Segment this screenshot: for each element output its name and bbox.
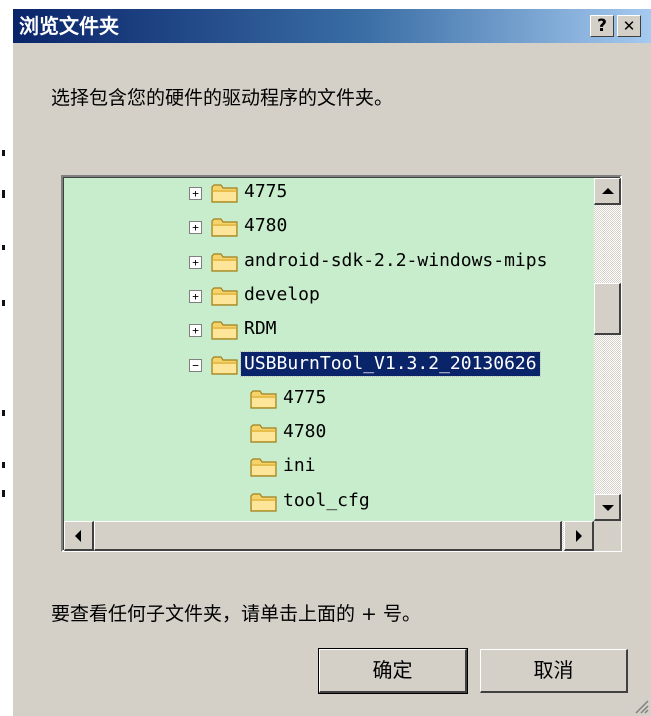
up-arrow-icon bbox=[602, 188, 614, 194]
expand-icon[interactable]: + bbox=[189, 187, 202, 200]
folder-icon bbox=[211, 251, 239, 273]
right-arrow-icon bbox=[576, 530, 582, 542]
scroll-up-button[interactable] bbox=[594, 178, 621, 205]
horizontal-scrollbar[interactable] bbox=[64, 521, 594, 551]
tree-item-label: 4780 bbox=[244, 215, 288, 237]
hint-text: 要查看任何子文件夹，请单击上面的 + 号。 bbox=[51, 603, 422, 625]
folder-icon bbox=[211, 182, 239, 204]
tree-item[interactable]: +4780 bbox=[64, 212, 594, 242]
close-button[interactable]: ✕ bbox=[617, 15, 641, 37]
browse-folder-dialog: 浏览文件夹 ? ✕ 选择包含您的硬件的驱动程序的文件夹。 +4775 +4780 +… bbox=[12, 8, 651, 716]
tree-item-label: ini bbox=[283, 455, 316, 477]
vertical-scrollbar[interactable] bbox=[594, 178, 621, 521]
folder-icon bbox=[211, 319, 239, 341]
collapse-icon[interactable]: − bbox=[189, 358, 202, 372]
tree-item-label: android-sdk-2.2-windows-mips bbox=[244, 249, 548, 271]
background-window-edge bbox=[0, 0, 12, 716]
tree-item-label: 4780 bbox=[283, 421, 327, 443]
left-arrow-icon bbox=[75, 530, 81, 542]
folder-icon bbox=[250, 388, 278, 410]
folder-icon bbox=[250, 422, 278, 444]
tree-item-label: 4775 bbox=[283, 386, 327, 408]
window-title: 浏览文件夹 bbox=[19, 14, 119, 38]
cancel-button[interactable]: 取消 bbox=[480, 649, 628, 693]
ok-button[interactable]: 确定 bbox=[319, 649, 467, 693]
expand-icon[interactable]: + bbox=[189, 221, 202, 235]
expand-icon[interactable]: + bbox=[189, 255, 202, 269]
scroll-down-button[interactable] bbox=[594, 494, 621, 521]
tree-item[interactable]: +4775 bbox=[64, 178, 594, 208]
folder-icon bbox=[211, 216, 239, 238]
tree-item[interactable]: + android-sdk-2.2-windows-mips bbox=[64, 247, 594, 277]
resize-grip-icon[interactable] bbox=[633, 698, 649, 714]
folder-icon bbox=[250, 456, 278, 478]
scroll-right-button[interactable] bbox=[564, 521, 594, 551]
down-arrow-icon bbox=[602, 505, 614, 511]
folder-icon bbox=[211, 354, 239, 376]
folder-tree-view[interactable]: +4775 +4780 + android-sdk-2.2-windows-mips +… bbox=[61, 175, 622, 552]
title-bar[interactable]: 浏览文件夹 ? ✕ bbox=[13, 9, 651, 43]
tree-item-label: 4775 bbox=[244, 181, 288, 202]
tree-item[interactable]: + develop bbox=[64, 281, 594, 311]
tree-item[interactable]: 4780 bbox=[64, 418, 594, 448]
prompt-text: 选择包含您的硬件的驱动程序的文件夹。 bbox=[51, 87, 394, 109]
tree-item-label: RDM bbox=[244, 318, 277, 340]
tree-item-label: develop bbox=[244, 283, 320, 305]
expand-icon[interactable]: + bbox=[189, 324, 202, 338]
folder-icon bbox=[211, 285, 239, 307]
folder-tree[interactable]: +4775 +4780 + android-sdk-2.2-windows-mips +… bbox=[64, 178, 594, 521]
scroll-left-button[interactable] bbox=[64, 521, 94, 551]
tree-item-label: tool_cfg bbox=[283, 489, 370, 511]
tree-item[interactable]: ini bbox=[64, 452, 594, 482]
folder-icon bbox=[250, 491, 278, 513]
expand-icon[interactable]: + bbox=[189, 289, 202, 303]
horizontal-scroll-thumb[interactable] bbox=[94, 521, 562, 551]
tree-item[interactable]: 4775 bbox=[64, 384, 594, 414]
vertical-scroll-thumb[interactable] bbox=[594, 283, 621, 335]
tree-item[interactable]: + RDM bbox=[64, 315, 594, 345]
scrollbar-corner bbox=[594, 521, 621, 551]
tree-item-label: USBBurnTool_V1.3.2_20130626 bbox=[240, 350, 541, 377]
tree-item[interactable]: tool_cfg bbox=[64, 487, 594, 517]
tree-item[interactable]: − USBBurnTool_V1.3.2_20130626 bbox=[64, 350, 594, 380]
help-button[interactable]: ? bbox=[590, 15, 614, 37]
